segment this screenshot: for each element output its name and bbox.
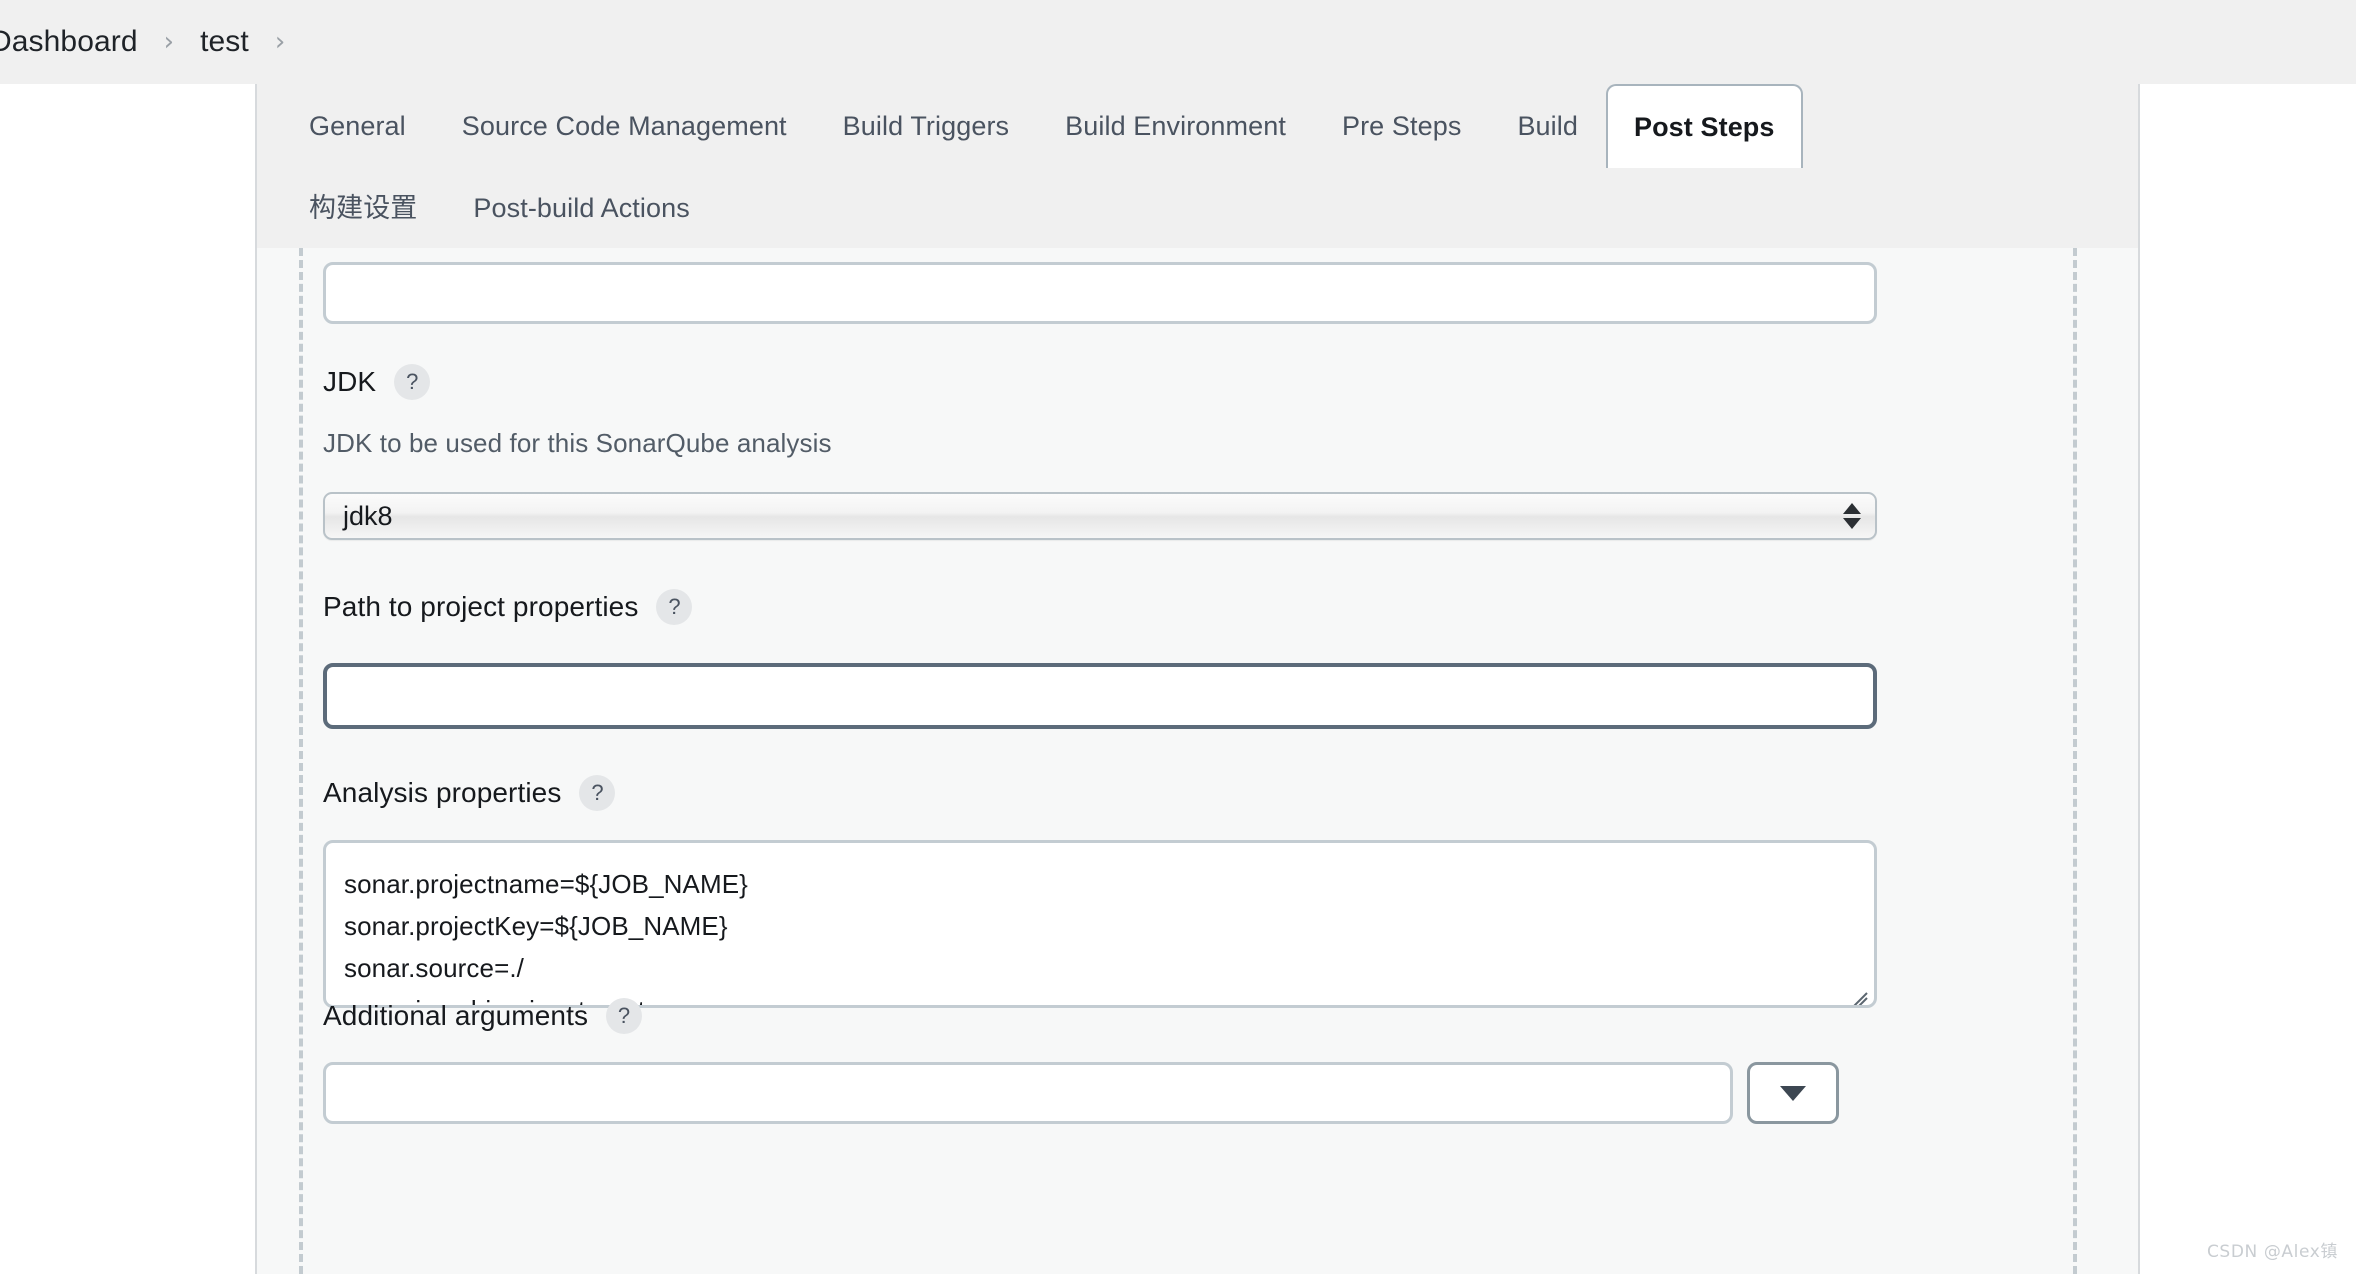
config-panel: General Source Code Management Build Tri… bbox=[255, 84, 2140, 1274]
analysis-properties-label: Analysis properties bbox=[323, 777, 562, 808]
path-to-project-properties-label: Path to project properties bbox=[323, 591, 639, 622]
section-rail-right bbox=[2073, 248, 2077, 1274]
tab-build-environment[interactable]: Build Environment bbox=[1037, 84, 1314, 168]
right-gutter bbox=[2140, 84, 2356, 1274]
tabbar-primary: General Source Code Management Build Tri… bbox=[257, 84, 2138, 170]
caret-down-icon bbox=[1780, 1085, 1806, 1101]
help-icon[interactable]: ? bbox=[656, 589, 693, 625]
tab-general[interactable]: General bbox=[281, 84, 434, 168]
tab-build-triggers[interactable]: Build Triggers bbox=[815, 84, 1037, 168]
additional-arguments-dropdown-button[interactable] bbox=[1747, 1062, 1839, 1124]
jdk-description: JDK to be used for this SonarQube analys… bbox=[323, 428, 832, 458]
help-icon[interactable]: ? bbox=[579, 775, 616, 811]
tab-build-settings[interactable]: 构建设置 bbox=[281, 168, 445, 248]
tab-pre-steps[interactable]: Pre Steps bbox=[1314, 84, 1489, 168]
tab-source-code-management[interactable]: Source Code Management bbox=[434, 84, 815, 168]
help-icon[interactable]: ? bbox=[394, 364, 431, 400]
jdk-select[interactable]: jdk8 bbox=[323, 492, 1877, 540]
help-icon[interactable]: ? bbox=[606, 998, 643, 1034]
jdk-label-row: JDK ? bbox=[323, 364, 1359, 400]
analysis-properties-value: sonar.projectname=${JOB_NAME} sonar.proj… bbox=[344, 869, 748, 1005]
breadcrumb-separator-icon: › bbox=[274, 27, 286, 57]
path-to-project-properties-label-row: Path to project properties ? bbox=[323, 589, 1359, 625]
tab-build[interactable]: Build bbox=[1489, 84, 1606, 168]
form-body: JDK ? JDK to be used for this SonarQube … bbox=[257, 248, 2138, 1274]
additional-arguments-label: Additional arguments bbox=[323, 1000, 589, 1031]
resize-handle-icon[interactable] bbox=[1845, 977, 1868, 1005]
additional-arguments-input[interactable] bbox=[323, 1062, 1733, 1124]
analysis-properties-label-row: Analysis properties ? bbox=[323, 775, 1359, 811]
path-to-project-properties-input[interactable] bbox=[323, 663, 1877, 729]
breadcrumb-item-test[interactable]: test bbox=[188, 25, 261, 59]
breadcrumb-item-dashboard[interactable]: Dashboard bbox=[0, 25, 150, 59]
tabbar-secondary: 构建设置 Post-build Actions bbox=[257, 168, 2138, 248]
select-stepper-icon[interactable] bbox=[1843, 503, 1861, 529]
jdk-label: JDK bbox=[323, 366, 377, 397]
top-text-input[interactable] bbox=[323, 262, 1877, 324]
tab-post-build-actions[interactable]: Post-build Actions bbox=[445, 168, 717, 248]
analysis-properties-textarea[interactable]: sonar.projectname=${JOB_NAME} sonar.proj… bbox=[323, 840, 1877, 1008]
breadcrumb: Dashboard › test › bbox=[0, 0, 299, 84]
left-gutter bbox=[0, 84, 255, 1274]
additional-arguments-label-row: Additional arguments ? bbox=[323, 998, 1359, 1034]
breadcrumb-bar: Dashboard › test › bbox=[0, 0, 2356, 84]
watermark: CSDN @Alex镇 bbox=[2206, 1242, 2338, 1262]
section-rail-left bbox=[299, 248, 303, 1274]
breadcrumb-separator-icon: › bbox=[163, 27, 175, 57]
jdk-select-value: jdk8 bbox=[343, 500, 393, 531]
tab-post-steps[interactable]: Post Steps bbox=[1605, 84, 1803, 170]
